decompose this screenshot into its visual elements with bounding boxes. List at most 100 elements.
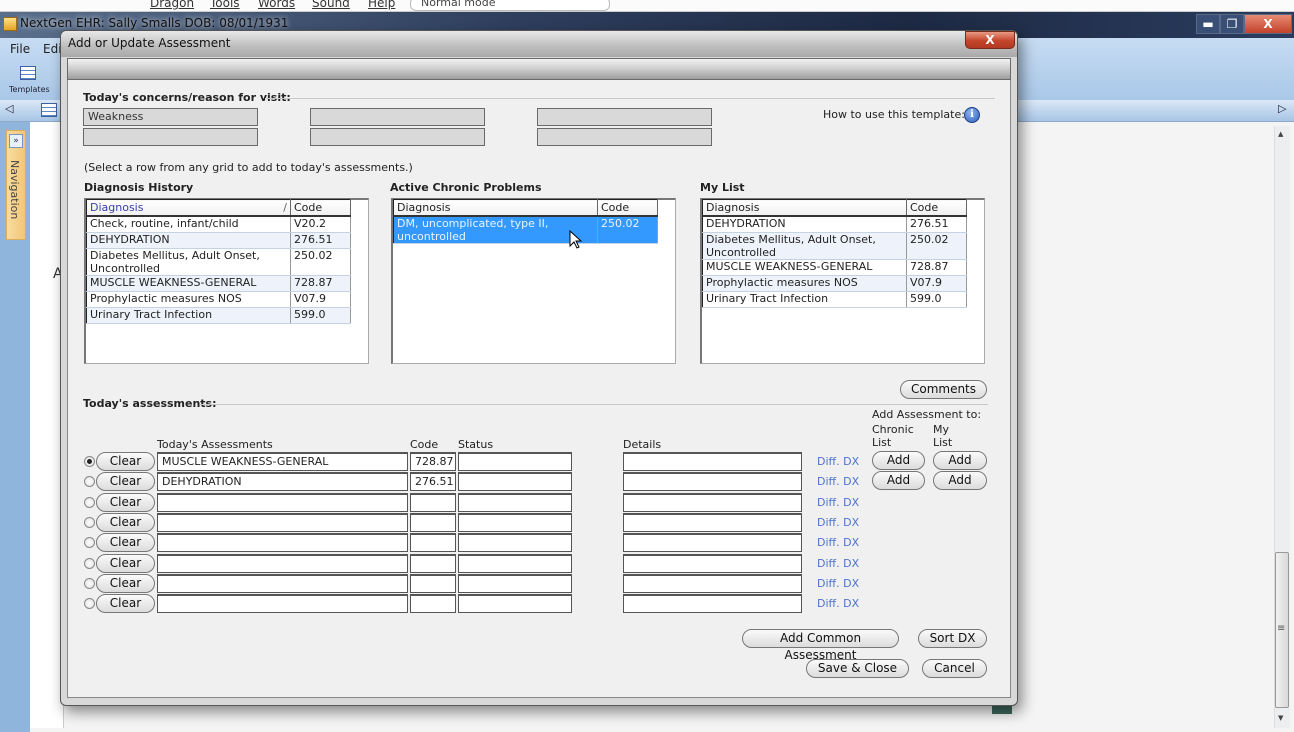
app-close-button[interactable]: X — [1244, 14, 1292, 34]
clear-button[interactable]: Clear — [96, 533, 155, 553]
clear-button[interactable]: Clear — [96, 452, 155, 471]
diff-dx-link[interactable]: Diff. DX — [817, 536, 859, 549]
details-input[interactable] — [623, 452, 802, 471]
concern-field-6[interactable] — [537, 128, 712, 146]
concern-field-3[interactable] — [310, 108, 485, 126]
dragon-menu-dragon[interactable]: Dragon — [150, 0, 194, 10]
add-common-assessment-button[interactable]: Add Common Assessment — [742, 629, 899, 662]
grid-row[interactable]: Prophylactic measures NOS V07.9 — [86, 291, 351, 308]
dialog-close-button[interactable]: X — [965, 31, 1015, 49]
grid-row[interactable]: Prophylactic measures NOS V07.9 — [702, 275, 967, 292]
assessment-input[interactable] — [157, 533, 408, 553]
grid-row[interactable]: DM, uncomplicated, type II, uncontrolled… — [393, 216, 658, 244]
dragon-menu-tools[interactable]: Tools — [210, 0, 240, 10]
clear-button[interactable]: Clear — [96, 512, 155, 532]
details-input[interactable] — [623, 492, 802, 512]
details-input[interactable] — [623, 594, 802, 614]
assessment-input[interactable]: DEHYDRATION — [157, 472, 408, 492]
status-input[interactable] — [458, 452, 572, 471]
column-header-code[interactable]: Code — [597, 199, 658, 217]
diff-dx-link[interactable]: Diff. DX — [817, 455, 859, 468]
add-to-my-list-button[interactable]: Add — [933, 451, 987, 470]
assessment-input[interactable]: MUSCLE WEAKNESS-GENERAL — [157, 452, 408, 471]
code-input[interactable] — [410, 533, 456, 553]
column-header-code[interactable]: Code — [906, 199, 967, 217]
grid-row[interactable]: Urinary Tract Infection 599.0 — [86, 307, 351, 324]
diff-dx-link[interactable]: Diff. DX — [817, 516, 859, 529]
add-to-chronic-button[interactable]: Add — [872, 451, 925, 470]
diff-dx-link[interactable]: Diff. DX — [817, 577, 859, 590]
column-header-diagnosis[interactable]: Diagnosis — [702, 199, 907, 217]
info-icon[interactable]: i — [964, 107, 980, 123]
menu-file[interactable]: File — [10, 42, 30, 56]
code-input[interactable] — [410, 594, 456, 614]
assessment-input[interactable] — [157, 492, 408, 512]
grid-row[interactable]: MUSCLE WEAKNESS-GENERAL 728.87 — [86, 275, 351, 292]
code-input[interactable]: 276.51 — [410, 472, 456, 492]
concern-field-1[interactable]: Weakness — [83, 108, 258, 126]
diff-dx-link[interactable]: Diff. DX — [817, 496, 859, 509]
status-input[interactable] — [458, 512, 572, 532]
tab-scroll-left-icon[interactable]: ◁ — [5, 102, 13, 115]
status-input[interactable] — [458, 553, 572, 573]
clear-button[interactable]: Clear — [96, 594, 155, 614]
assessment-input[interactable] — [157, 573, 408, 593]
status-input[interactable] — [458, 533, 572, 553]
column-header-diagnosis[interactable]: Diagnosis / — [86, 199, 291, 217]
templates-label[interactable]: Templates — [9, 85, 50, 94]
status-input[interactable] — [458, 492, 572, 512]
clear-button[interactable]: Clear — [96, 553, 155, 573]
scroll-down-icon[interactable]: ▼ — [1278, 714, 1283, 722]
code-input[interactable] — [410, 512, 456, 532]
assessment-radio[interactable] — [84, 557, 95, 569]
diff-dx-link[interactable]: Diff. DX — [817, 475, 859, 488]
grid-row[interactable]: MUSCLE WEAKNESS-GENERAL 728.87 — [702, 259, 967, 276]
details-input[interactable] — [623, 553, 802, 573]
tab-scroll-right-icon[interactable]: ▷ — [1278, 102, 1286, 115]
clear-button[interactable]: Clear — [96, 573, 155, 593]
minimize-button[interactable]: ▬ — [1196, 14, 1220, 34]
expand-icon[interactable]: » — [9, 134, 23, 148]
concern-field-4[interactable] — [310, 128, 485, 146]
comments-button[interactable]: Comments — [900, 380, 987, 399]
add-to-chronic-button[interactable]: Add — [872, 471, 925, 491]
sort-dx-button[interactable]: Sort DX — [918, 629, 987, 648]
details-input[interactable] — [623, 533, 802, 553]
code-input[interactable] — [410, 492, 456, 512]
details-input[interactable] — [623, 573, 802, 593]
clear-button[interactable]: Clear — [96, 492, 155, 512]
details-input[interactable] — [623, 512, 802, 532]
grid-row[interactable]: Check, routine, infant/child V20.2 — [86, 216, 351, 233]
concern-field-2[interactable] — [83, 128, 258, 146]
diff-dx-link[interactable]: Diff. DX — [817, 557, 859, 570]
status-input[interactable] — [458, 472, 572, 492]
grid-row[interactable]: Urinary Tract Infection 599.0 — [702, 291, 967, 308]
cancel-button[interactable]: Cancel — [922, 659, 987, 678]
assessment-input[interactable] — [157, 594, 408, 614]
column-header-code[interactable]: Code — [290, 199, 351, 217]
save-close-button[interactable]: Save & Close — [806, 659, 909, 678]
grid-row[interactable]: Diabetes Mellitus, Adult Onset, Uncontro… — [86, 248, 351, 276]
code-input[interactable]: 728.87 — [410, 452, 456, 471]
status-input[interactable] — [458, 594, 572, 614]
assessment-radio[interactable] — [84, 456, 95, 467]
dragon-mode-field[interactable]: Normal mode — [410, 0, 610, 11]
code-input[interactable] — [410, 553, 456, 573]
templates-icon[interactable] — [20, 66, 36, 80]
navigation-label[interactable]: Navigation — [8, 160, 21, 219]
assessment-input[interactable] — [157, 512, 408, 532]
dragon-menu-words[interactable]: Words — [258, 0, 295, 10]
grid-row[interactable]: DEHYDRATION 276.51 — [86, 232, 351, 249]
assessment-radio[interactable] — [84, 577, 95, 589]
concern-field-5[interactable] — [537, 108, 712, 126]
assessment-input[interactable] — [157, 553, 408, 573]
diff-dx-link[interactable]: Diff. DX — [817, 597, 859, 610]
restore-button[interactable]: ❐ — [1220, 14, 1244, 34]
code-input[interactable] — [410, 573, 456, 593]
details-input[interactable] — [623, 472, 802, 492]
dragon-menu-help[interactable]: Help — [368, 0, 395, 10]
assessment-radio[interactable] — [84, 496, 95, 508]
scroll-up-icon[interactable]: ▲ — [1278, 130, 1283, 138]
clear-button[interactable]: Clear — [96, 472, 155, 492]
grid-row[interactable]: Diabetes Mellitus, Adult Onset, Uncontro… — [702, 232, 967, 260]
